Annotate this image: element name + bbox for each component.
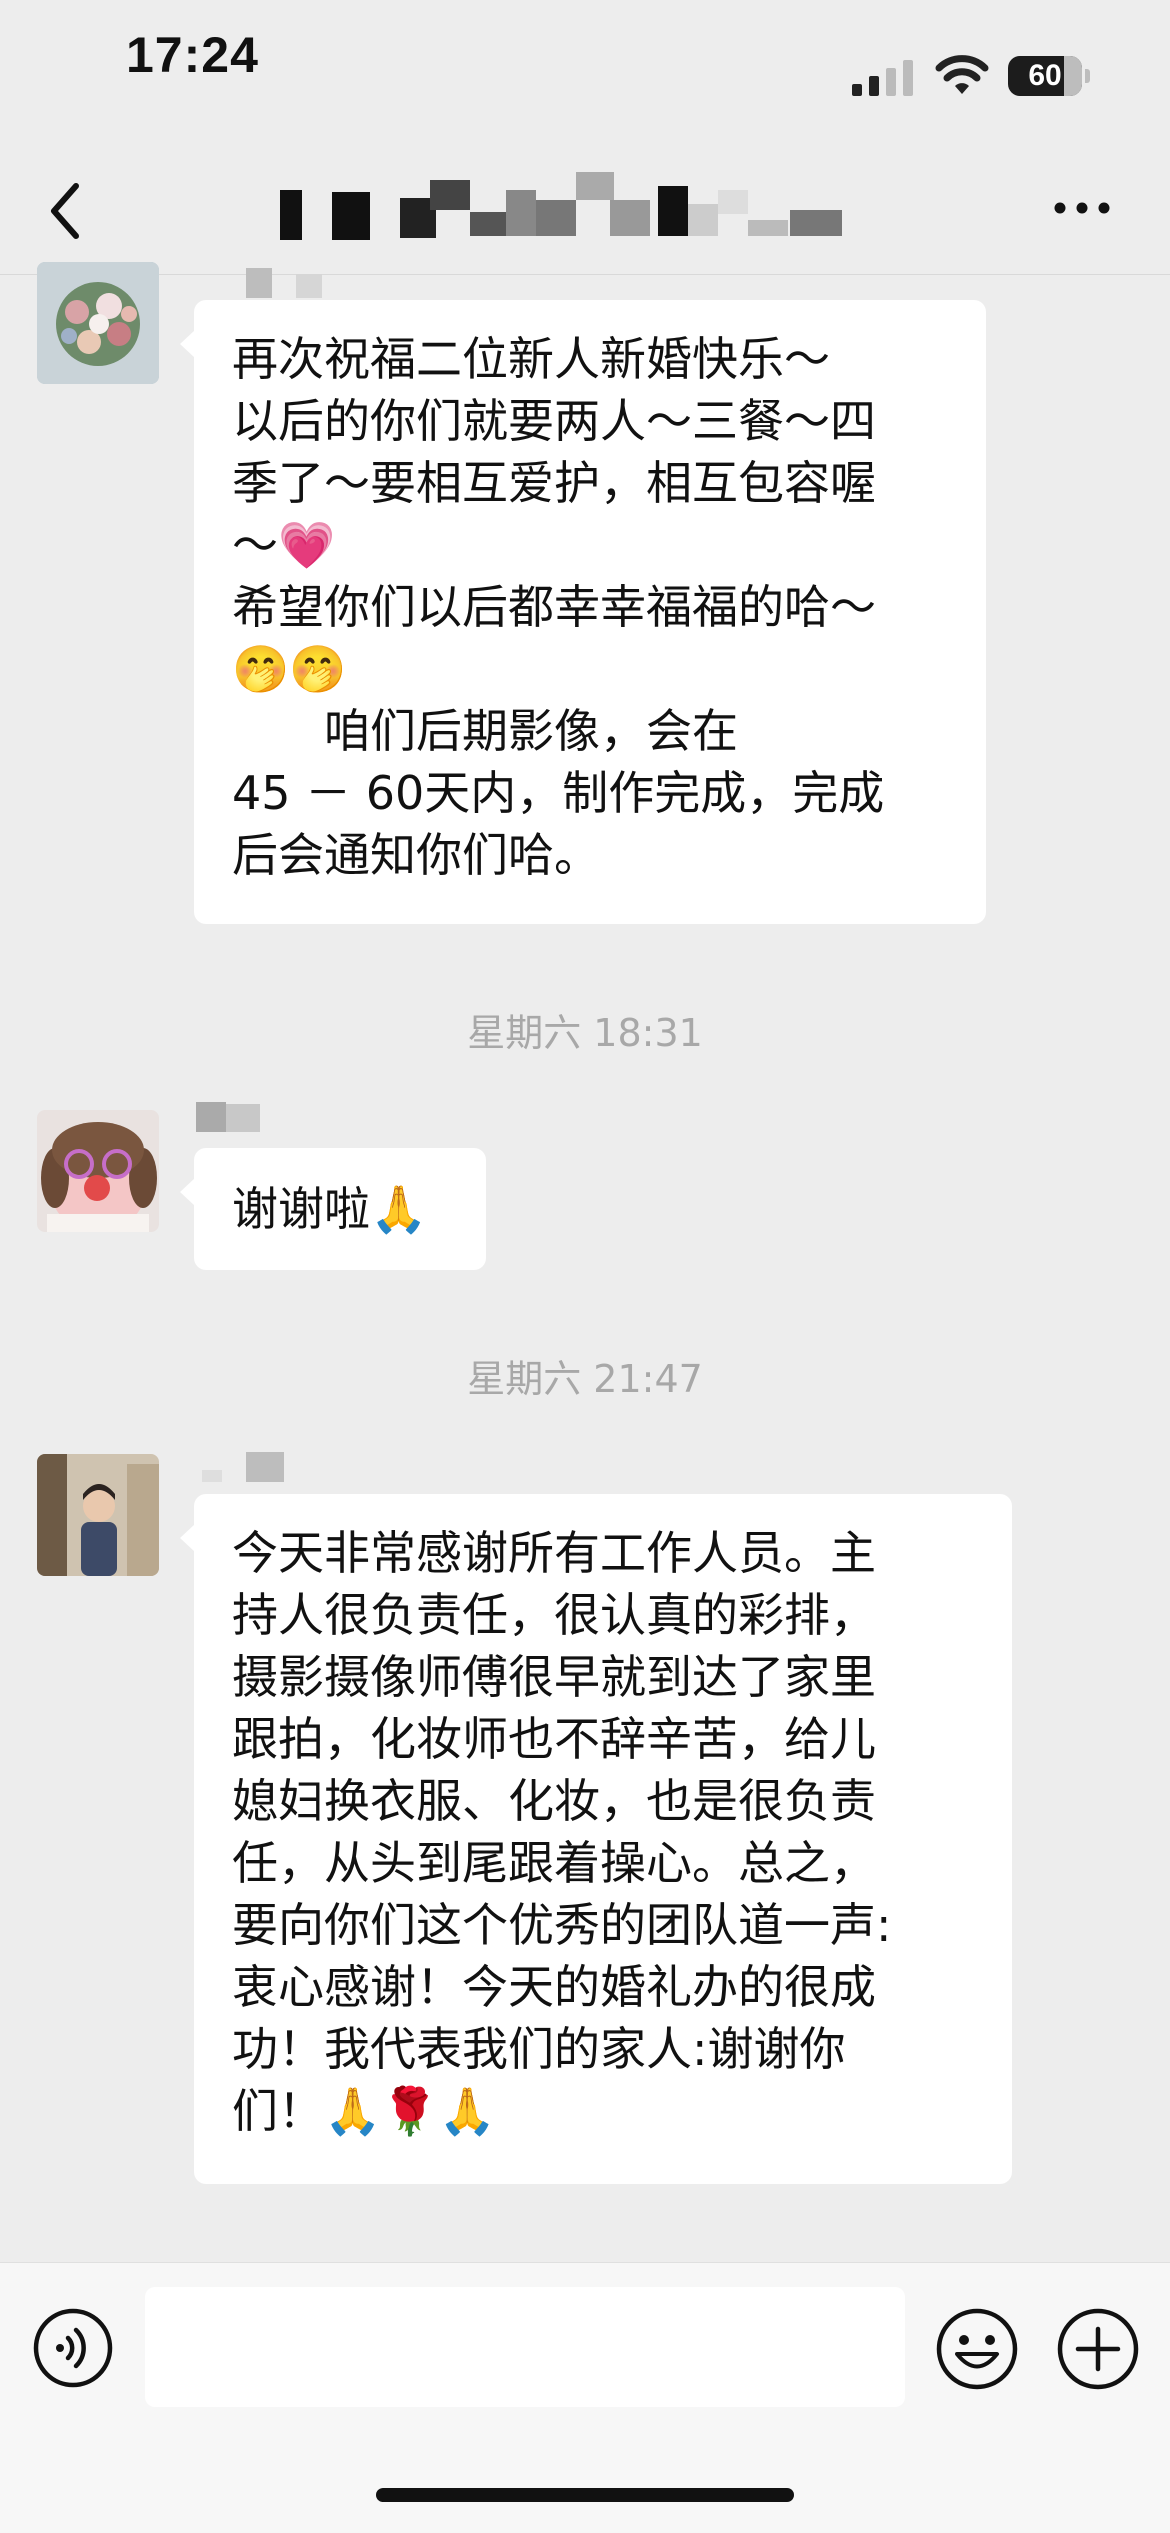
message-line: 摄影摄像师傅很早就到达了家里 <box>232 1650 876 1704</box>
message-line: 45 － 60天内，制作完成，完成 <box>232 766 885 820</box>
message-line: 任，从头到尾跟着操心。总之， <box>232 1836 876 1890</box>
message-line: ～💗 <box>232 518 336 572</box>
wifi-icon <box>935 55 989 94</box>
message-line: 再次祝福二位新人新婚快乐～ <box>232 332 830 386</box>
message-line: 以后的你们就要两人～三餐～四 <box>232 394 876 448</box>
timestamp: 星期六 21:47 <box>467 1357 703 1401</box>
message-bubble[interactable]: 再次祝福二位新人新婚快乐～ 以后的你们就要两人～三餐～四 季了～要相互爱护，相互… <box>180 300 986 924</box>
message-line: 们！🙏🌹🙏 <box>232 2084 496 2138</box>
timestamp: 星期六 18:31 <box>467 1011 703 1055</box>
home-indicator[interactable] <box>376 2488 794 2502</box>
message-line: 季了～要相互爱护，相互包容喔 <box>232 456 876 510</box>
avatar-sender-1[interactable] <box>37 262 159 384</box>
avatar-sender-3[interactable] <box>37 1454 159 1576</box>
sender-nickname-redacted <box>196 268 376 298</box>
message-bubble[interactable]: 今天非常感谢所有工作人员。主 持人很负责任，很认真的彩排， 摄影摄像师傅很早就到… <box>180 1494 1012 2184</box>
plus-icon[interactable] <box>1056 2307 1140 2391</box>
message-bubble[interactable]: 谢谢啦🙏 <box>180 1148 486 1270</box>
flower-bouquet-avatar-image <box>37 262 159 384</box>
message-line: 功！我代表我们的家人:谢谢你 <box>232 2022 846 2076</box>
message-line: 🤭🤭 <box>232 642 347 696</box>
voice-icon[interactable] <box>32 2307 114 2389</box>
chat-header <box>0 150 1170 275</box>
child-photo-avatar-image <box>37 1454 159 1576</box>
avatar-sender-2[interactable] <box>37 1110 159 1232</box>
message-line: 咱们后期影像，会在 <box>232 704 738 758</box>
cellular-signal-icon <box>852 60 913 96</box>
battery-level: 60 <box>1028 59 1062 92</box>
ellipsis-icon[interactable] <box>1052 190 1112 226</box>
doll-avatar-image <box>37 1110 159 1232</box>
message-line: 今天非常感谢所有工作人员。主 <box>232 1526 876 1580</box>
message-line: 谢谢啦🙏 <box>232 1182 428 1236</box>
chat-title-redacted <box>270 170 900 254</box>
message-input[interactable] <box>145 2287 905 2407</box>
status-bar: 17:24 60 <box>0 0 1170 150</box>
message-line: 衷心感谢！今天的婚礼办的很成 <box>232 1960 876 2014</box>
smiley-icon[interactable] <box>935 2307 1019 2391</box>
status-time: 17:24 <box>126 27 259 83</box>
message-line: 媳妇换衣服、化妆，也是很负责 <box>232 1774 876 1828</box>
input-bar <box>0 2262 1170 2533</box>
battery-icon: 60 <box>1008 56 1090 96</box>
chevron-left-icon[interactable] <box>36 176 96 246</box>
message-line: 希望你们以后都幸幸福福的哈～ <box>232 580 876 634</box>
message-line: 跟拍，化妆师也不辞辛苦，给儿 <box>232 1712 876 1766</box>
message-line: 持人很负责任，很认真的彩排， <box>232 1588 876 1642</box>
message-line: 要向你们这个优秀的团队道一声: <box>232 1898 892 1952</box>
message-line: 后会通知你们哈。 <box>232 828 600 882</box>
sender-nickname-redacted <box>196 1452 336 1482</box>
sender-nickname-redacted <box>196 1102 316 1132</box>
